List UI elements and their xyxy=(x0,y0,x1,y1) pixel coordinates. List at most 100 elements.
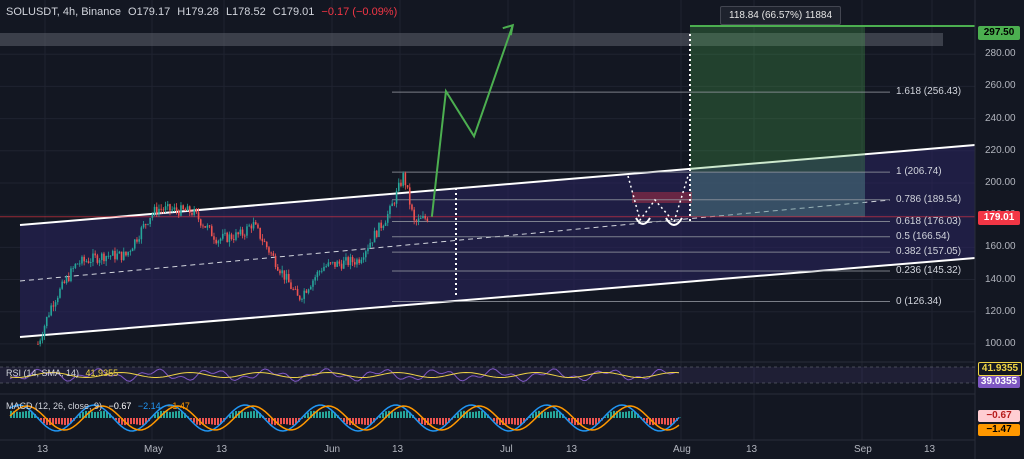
macd-histogram-bar xyxy=(406,411,408,418)
macd-histogram-bar xyxy=(169,411,171,418)
candle-body xyxy=(301,298,303,300)
candle-body xyxy=(50,305,52,316)
macd-name: MACD (12, 26, close, 9) xyxy=(6,401,103,411)
candle-body xyxy=(72,267,74,269)
candle-body xyxy=(237,232,239,235)
candle-body xyxy=(272,253,275,256)
candle-body xyxy=(248,225,250,227)
macd-histogram-bar xyxy=(505,418,507,425)
macd-histogram-bar xyxy=(472,411,474,418)
macd-histogram-bar xyxy=(382,412,384,418)
price-tick: 240.00 xyxy=(985,112,1016,124)
macd-histogram-bar xyxy=(475,411,477,418)
target-price-tag: 297.50 xyxy=(978,26,1020,40)
macd-label[interactable]: MACD (12, 26, close, 9) −0.67 −2.14 −1.4… xyxy=(6,401,190,411)
candle-body xyxy=(232,239,235,240)
candle-body xyxy=(54,302,57,307)
time-tick: 13 xyxy=(924,444,936,455)
candle-body xyxy=(188,206,191,213)
candle-body xyxy=(169,204,171,211)
fib-label: 0.618 (176.03) xyxy=(896,215,962,227)
candle-body xyxy=(160,208,162,210)
macd-histogram-bar xyxy=(403,410,405,418)
chart-stage[interactable]: SOLUSDT, 4h, Binance O179.17 H179.28 L17… xyxy=(0,0,1024,459)
macd-histogram-bar xyxy=(28,410,30,418)
candle-body xyxy=(175,207,178,212)
price-tick: 140.00 xyxy=(985,273,1016,285)
macd-histogram-bar xyxy=(118,418,120,424)
candle-body xyxy=(96,255,99,263)
candle-body xyxy=(56,297,59,303)
macd-histogram-bar xyxy=(667,418,669,426)
candle-body xyxy=(147,224,149,225)
price-chart-svg[interactable] xyxy=(0,0,1024,459)
macd-histogram-bar xyxy=(328,410,330,418)
candle-body xyxy=(142,224,145,228)
candle-body xyxy=(382,225,385,228)
rsi-label[interactable]: RSI (14, SMA, 14) 41.9355 xyxy=(6,368,118,378)
candle-body xyxy=(336,261,338,267)
macd-histogram-bar xyxy=(175,411,177,418)
macd-histogram-bar xyxy=(322,411,324,418)
time-tick: Sep xyxy=(854,444,872,455)
time-tick: Jul xyxy=(500,444,513,455)
candle-body xyxy=(131,248,134,252)
candle-body xyxy=(307,289,310,293)
entry-zone xyxy=(690,172,865,217)
time-tick: 13 xyxy=(37,444,49,455)
candle-body xyxy=(408,187,411,205)
macd-histogram-bar xyxy=(556,410,558,418)
macd-histogram-bar xyxy=(244,411,246,418)
candle-body xyxy=(202,225,204,227)
macd-histogram-bar xyxy=(250,411,252,418)
macd-histogram-bar xyxy=(319,411,321,418)
macd-tag-1: −0.67 xyxy=(978,410,1020,422)
candle-body xyxy=(107,255,110,257)
macd-histogram-bar xyxy=(232,412,234,418)
candle-body xyxy=(250,225,253,229)
candle-body xyxy=(259,227,261,239)
candle-body xyxy=(133,239,136,249)
candle-body xyxy=(342,260,345,269)
candle-body xyxy=(149,217,151,225)
fib-label: 0.786 (189.54) xyxy=(896,193,962,205)
macd-histogram-bar xyxy=(133,418,135,425)
candle-body xyxy=(380,222,382,228)
macd-histogram-bar xyxy=(307,412,309,418)
macd-histogram-bar xyxy=(136,418,138,425)
macd-histogram-bar xyxy=(283,418,285,425)
candle-body xyxy=(340,263,343,269)
price-tick: 280.00 xyxy=(985,48,1016,60)
candle-body xyxy=(171,209,173,211)
macd-histogram-bar xyxy=(400,411,402,418)
symbol-label[interactable]: SOLUSDT, 4h, Binance xyxy=(6,6,121,18)
candle-body xyxy=(422,215,424,219)
macd-histogram-bar xyxy=(139,418,141,426)
candle-body xyxy=(393,203,396,205)
candle-body xyxy=(331,261,334,263)
candle-body xyxy=(213,236,215,240)
candle-body xyxy=(375,230,378,238)
macd-histogram-bar xyxy=(514,418,516,425)
candle-body xyxy=(419,218,422,219)
price-tick: 160.00 xyxy=(985,241,1016,253)
fib-label: 0.5 (166.54) xyxy=(896,230,950,242)
candle-body xyxy=(243,235,246,237)
candle-body xyxy=(276,266,279,271)
candle-body xyxy=(305,290,308,293)
candle-body xyxy=(74,263,77,268)
macd-histogram-bar xyxy=(646,418,648,424)
candle-body xyxy=(290,282,292,289)
candle-body xyxy=(329,262,332,264)
macd-histogram-bar xyxy=(214,418,216,425)
open-value: O179.17 xyxy=(128,6,171,18)
candle-body xyxy=(186,206,189,211)
candle-body xyxy=(309,286,312,290)
macd-histogram-bar xyxy=(517,418,519,426)
candle-body xyxy=(92,253,94,262)
candle-body xyxy=(400,182,402,186)
macd-histogram-bar xyxy=(619,411,621,418)
candle-body xyxy=(292,288,294,290)
candle-body xyxy=(265,241,268,248)
candle-body xyxy=(281,270,283,274)
